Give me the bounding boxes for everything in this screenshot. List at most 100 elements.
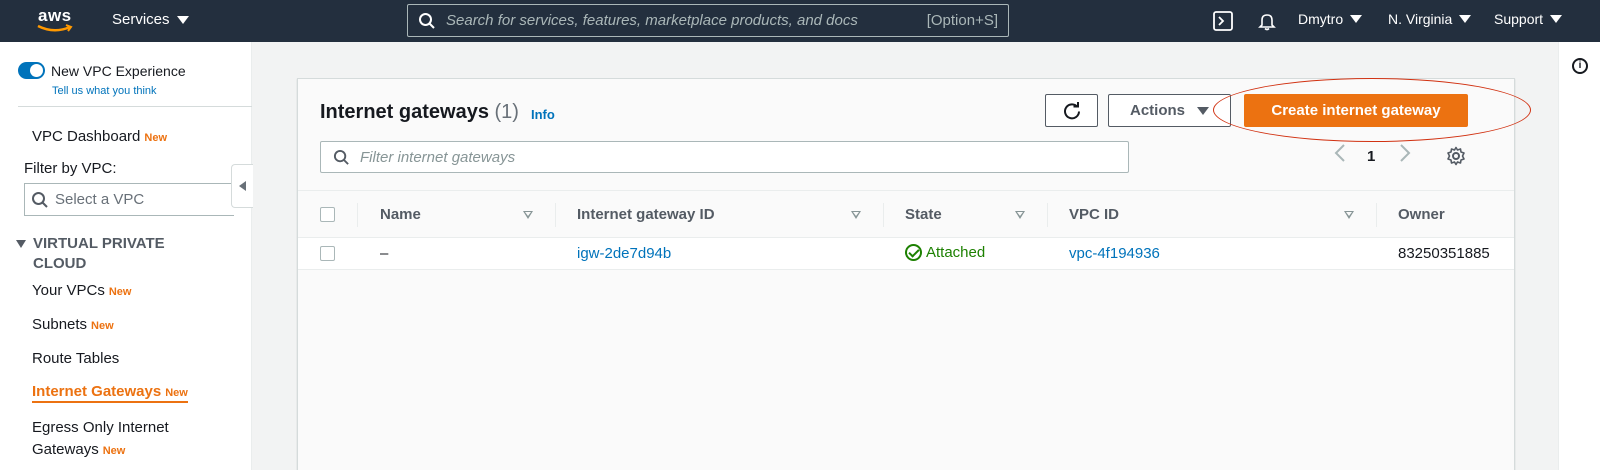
select-all-checkbox[interactable] — [320, 207, 335, 222]
check-circle-icon — [905, 244, 922, 261]
chevron-left-icon — [239, 181, 246, 191]
search-icon — [333, 149, 349, 165]
caret-down-icon — [176, 15, 189, 24]
section-virtual-private-cloud[interactable]: VIRTUAL PRIVATE CLOUD — [16, 234, 216, 274]
column-header-state[interactable]: State — [905, 206, 942, 223]
search-placeholder: Search for services, features, marketpla… — [446, 12, 858, 29]
search-shortcut: [Option+S] — [926, 12, 998, 29]
sidebar-item-label: Internet Gateways — [32, 383, 162, 400]
column-separator — [1047, 203, 1048, 227]
chevron-right-icon — [1400, 144, 1411, 162]
bell-icon — [1258, 14, 1276, 31]
column-header-vpc-id[interactable]: VPC ID — [1069, 206, 1119, 223]
caret-down-icon — [1550, 15, 1563, 23]
services-menu[interactable]: Services — [112, 11, 189, 28]
support-menu[interactable]: Support — [1494, 11, 1563, 27]
sidebar-item-internet-gateways[interactable]: Internet Gateways New — [32, 383, 188, 403]
sidebar-item-route-tables[interactable]: Route Tables — [32, 350, 119, 367]
create-label: Create internet gateway — [1271, 102, 1441, 119]
sidebar-item-label: VPC Dashboard — [32, 128, 141, 145]
support-label: Support — [1494, 11, 1544, 27]
services-label: Services — [112, 11, 170, 28]
sidebar-item-egress-only-internet-gateways[interactable]: Egress Only Internet Gateways New — [32, 417, 169, 462]
cell-state: Attached — [905, 244, 985, 261]
actions-label: Actions — [1129, 102, 1185, 119]
global-search-input[interactable]: Search for services, features, marketpla… — [407, 4, 1009, 37]
sidebar-item-label: Subnets — [32, 316, 88, 333]
row-checkbox[interactable] — [320, 246, 335, 261]
caret-down-icon — [1350, 15, 1363, 23]
cloudshell-button[interactable] — [1213, 11, 1233, 31]
new-badge: New — [108, 286, 132, 298]
top-navigation-bar: aws Services Search for services, featur… — [0, 0, 1600, 42]
column-separator — [883, 203, 884, 227]
section-title: VIRTUAL PRIVATE CLOUD — [33, 235, 165, 272]
sidebar-item-vpc-dashboard[interactable]: VPC Dashboard New — [32, 128, 167, 145]
new-vpc-experience-toggle[interactable]: New VPC Experience — [18, 62, 186, 79]
toggle-label: New VPC Experience — [51, 62, 186, 79]
user-menu[interactable]: Dmytro — [1298, 11, 1363, 27]
collapse-sidebar-button[interactable] — [231, 164, 253, 208]
search-icon — [32, 191, 48, 208]
table-settings-button[interactable] — [1446, 146, 1466, 170]
item-count: (1) — [494, 101, 519, 123]
refresh-icon — [1063, 101, 1080, 119]
feedback-link[interactable]: Tell us what you think — [52, 85, 157, 97]
cell-owner: 83250351885 — [1398, 245, 1490, 262]
aws-logo[interactable]: aws — [36, 6, 76, 36]
table-row[interactable]: – igw-2de7d94b Attached vpc-4f194936 832… — [298, 238, 1514, 270]
column-header-name[interactable]: Name — [380, 206, 421, 223]
vpc-select-placeholder: Select a VPC — [55, 191, 145, 208]
vpc-select[interactable]: Select a VPC — [24, 183, 234, 216]
actions-button[interactable]: Actions — [1108, 94, 1231, 127]
sidebar-item-label: Your VPCs — [32, 282, 105, 299]
column-separator — [1376, 203, 1377, 227]
new-badge: New — [165, 387, 188, 399]
aws-logo-text: aws — [38, 6, 72, 25]
region-menu[interactable]: N. Virginia — [1388, 11, 1472, 27]
info-link[interactable]: Info — [531, 107, 555, 122]
previous-page-button[interactable] — [1334, 143, 1346, 167]
sidebar-item-label-line2: Gateways — [32, 441, 99, 458]
tools-panel-strip: i — [1558, 42, 1600, 470]
column-separator — [357, 203, 358, 227]
sort-icon[interactable] — [1015, 211, 1025, 219]
caret-down-icon — [1197, 106, 1209, 115]
search-icon — [419, 12, 435, 29]
cell-vpc-id-link[interactable]: vpc-4f194936 — [1069, 245, 1160, 262]
sidebar-item-label: Egress Only Internet — [32, 419, 169, 436]
refresh-button[interactable] — [1045, 94, 1098, 127]
state-text: Attached — [926, 244, 986, 261]
internet-gateways-table-container: Internet gateways (1) Info Actions Creat… — [297, 78, 1531, 470]
notifications-button[interactable] — [1257, 11, 1277, 31]
table-header: Name Internet gateway ID State VPC ID Ow… — [298, 190, 1514, 238]
filter-internet-gateways-input[interactable]: Filter internet gateways — [320, 141, 1129, 173]
current-page-number[interactable]: 1 — [1367, 148, 1375, 165]
column-header-gateway-id[interactable]: Internet gateway ID — [577, 206, 715, 223]
sort-icon[interactable] — [1344, 211, 1354, 219]
new-badge: New — [144, 132, 168, 144]
sort-icon[interactable] — [523, 211, 533, 219]
sidebar: New VPC Experience Tell us what you thin… — [0, 42, 252, 470]
toggle-switch[interactable] — [18, 62, 45, 79]
next-page-button[interactable] — [1399, 143, 1411, 167]
gear-icon — [1447, 146, 1465, 166]
cell-gateway-id-link[interactable]: igw-2de7d94b — [577, 245, 671, 262]
column-header-owner[interactable]: Owner — [1398, 206, 1445, 223]
filter-placeholder: Filter internet gateways — [360, 148, 516, 166]
sidebar-divider — [18, 106, 252, 107]
create-internet-gateway-button[interactable]: Create internet gateway — [1244, 94, 1468, 127]
region-label: N. Virginia — [1388, 11, 1453, 27]
chevron-left-icon — [1334, 144, 1345, 162]
caret-down-icon — [16, 240, 26, 248]
sidebar-item-subnets[interactable]: Subnets New — [32, 316, 114, 333]
new-badge: New — [91, 320, 114, 332]
sort-icon[interactable] — [851, 211, 861, 219]
filter-by-vpc-label: Filter by VPC: — [24, 160, 117, 177]
column-separator — [555, 203, 556, 227]
new-badge: New — [102, 445, 126, 457]
aws-smile-icon — [37, 24, 73, 32]
sidebar-item-your-vpcs[interactable]: Your VPCs New — [32, 282, 131, 299]
info-icon[interactable]: i — [1572, 58, 1588, 74]
user-label: Dmytro — [1298, 11, 1344, 27]
